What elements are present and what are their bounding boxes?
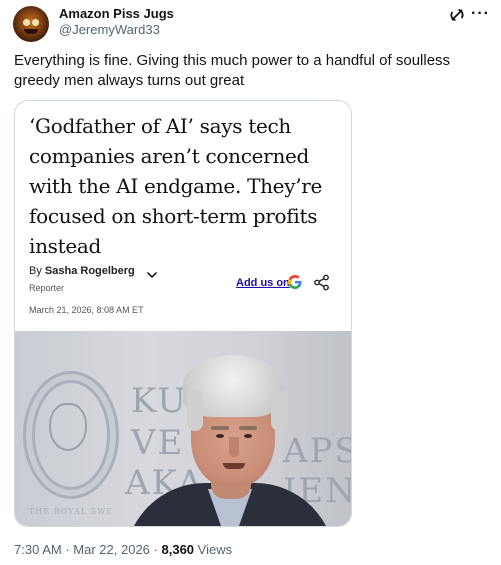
author-handle[interactable]: @JeremyWard33 [59, 22, 160, 37]
tweet-meta: 7:30 AM · Mar 22, 2026 · 8,360 Views [14, 542, 232, 557]
person-eye [244, 434, 252, 438]
article-author[interactable]: Sasha Rogelberg [45, 265, 135, 277]
grok-icon[interactable] [449, 7, 465, 23]
tweet-time[interactable]: 7:30 AM [14, 542, 62, 557]
more-icon[interactable]: ··· [471, 5, 490, 23]
person-eye [216, 434, 224, 438]
chevron-down-icon[interactable] [146, 269, 158, 281]
meta-separator: · [153, 542, 158, 557]
wall-text: KU [131, 381, 188, 421]
seal-emblem [49, 403, 87, 451]
wall-text: APS [283, 431, 351, 471]
person-brow [239, 426, 257, 430]
tweet: Amazon Piss Jugs @JeremyWard33 ··· Every… [0, 0, 501, 565]
article-photo[interactable]: THE ROYAL SWE KU VE AKA APS IEN [15, 331, 351, 526]
author-display-name[interactable]: Amazon Piss Jugs [59, 6, 174, 21]
tweet-date[interactable]: Mar 22, 2026 [73, 542, 150, 557]
wall-text-small: THE ROYAL SWE [29, 507, 114, 516]
avatar-mouth [24, 29, 38, 34]
google-icon[interactable] [287, 274, 303, 290]
meta-separator: · [65, 542, 70, 557]
article-date: March 21, 2026, 8:08 AM ET [29, 305, 144, 315]
person-hair [271, 389, 287, 431]
avatar-eye [32, 19, 39, 26]
article-card[interactable]: ‘Godfather of AI’ says tech companies ar… [14, 100, 352, 527]
share-icon[interactable] [313, 274, 330, 291]
person-brow [211, 426, 229, 430]
author-role: Reporter [29, 283, 65, 293]
person-mouth [223, 463, 245, 469]
views-label: Views [197, 542, 233, 557]
avatar-eye [23, 19, 30, 26]
tweet-text: Everything is fine. Giving this much pow… [14, 52, 451, 89]
byline-prefix: By [29, 265, 42, 277]
article-headline[interactable]: ‘Godfather of AI’ says tech companies ar… [29, 111, 347, 261]
person-hair [187, 389, 203, 431]
person-nose [229, 437, 239, 457]
views-count: 8,360 [161, 542, 195, 557]
add-us-link[interactable]: Add us on [236, 277, 290, 289]
article-byline: By Sasha Rogelberg [29, 265, 135, 277]
avatar[interactable] [13, 6, 49, 42]
wall-text: VE [131, 423, 185, 463]
